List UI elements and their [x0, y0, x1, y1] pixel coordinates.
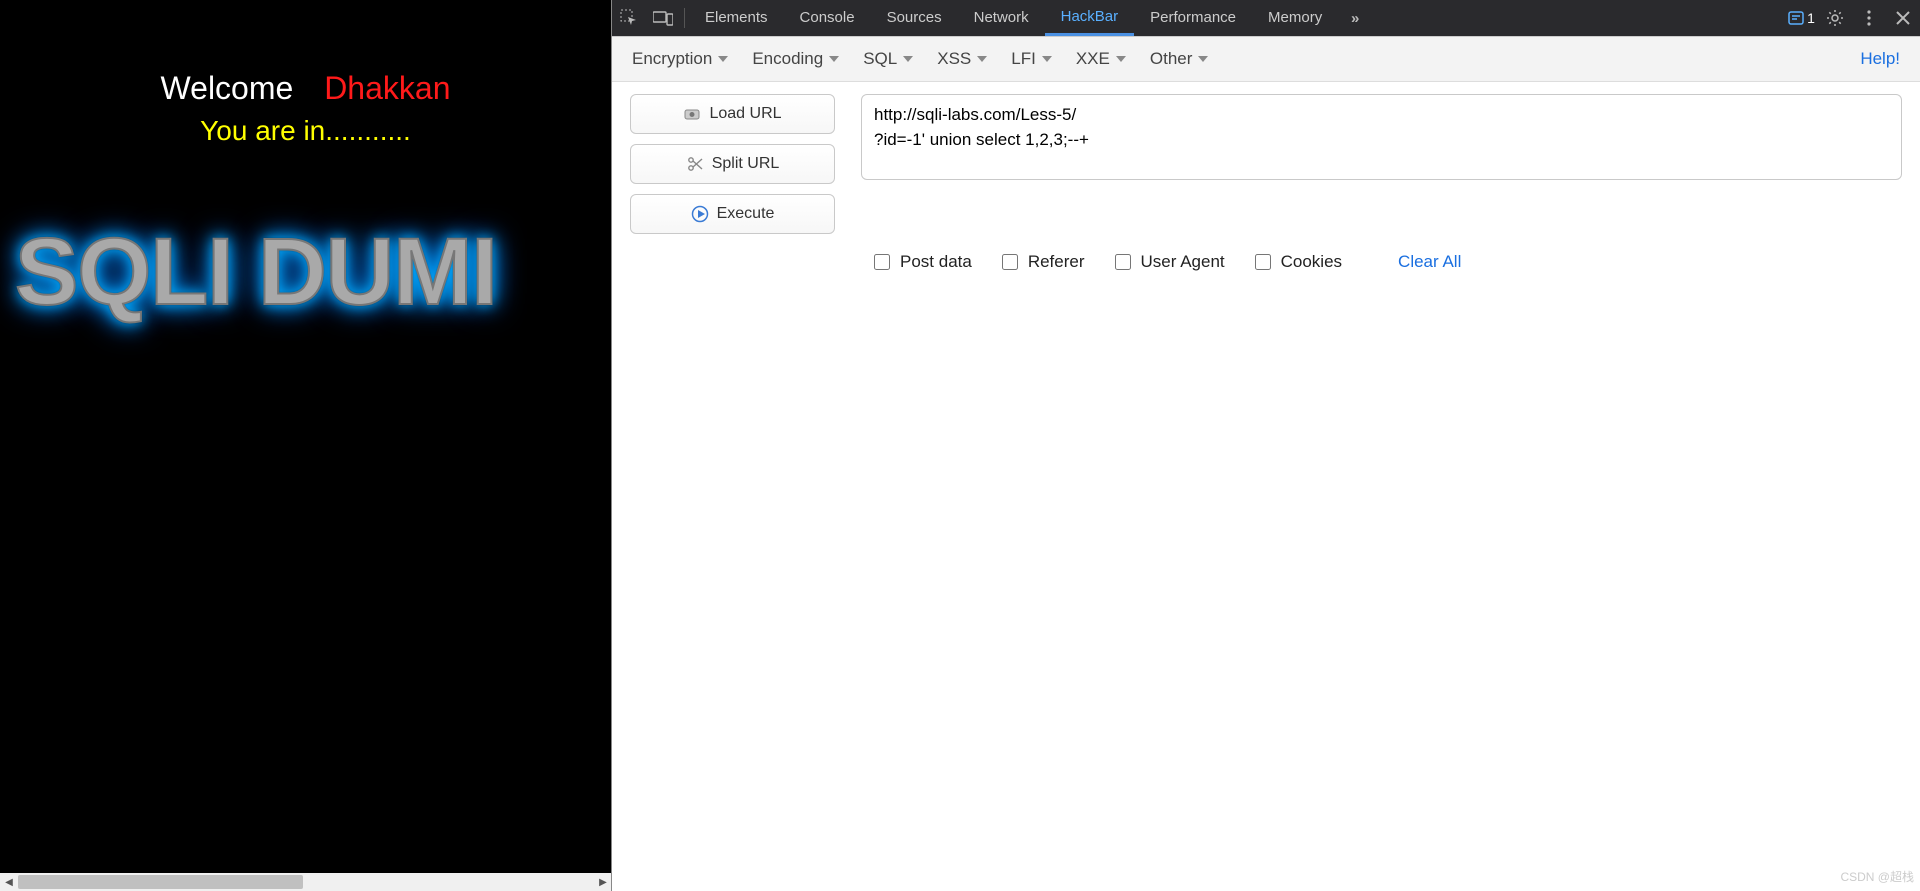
help-link[interactable]: Help!	[1860, 49, 1910, 69]
scroll-left-icon[interactable]: ◀	[0, 873, 18, 891]
useragent-checkbox[interactable]: User Agent	[1115, 252, 1225, 272]
welcome-text: Welcome Dhakkan	[161, 70, 451, 107]
menu-xxe[interactable]: XXE	[1066, 43, 1136, 75]
watermark: CSDN @超栈	[1840, 868, 1914, 885]
tab-elements[interactable]: Elements	[689, 0, 784, 36]
more-tabs-icon[interactable]: »	[1338, 0, 1372, 36]
menu-other[interactable]: Other	[1140, 43, 1219, 75]
welcome-name: Dhakkan	[324, 70, 450, 106]
horizontal-scrollbar[interactable]: ◀ ▶	[0, 873, 612, 891]
tab-memory[interactable]: Memory	[1252, 0, 1338, 36]
referer-checkbox[interactable]: Referer	[1002, 252, 1085, 272]
url-area	[861, 94, 1902, 234]
menu-lfi[interactable]: LFI	[1001, 43, 1062, 75]
tab-console[interactable]: Console	[784, 0, 871, 36]
welcome-prefix: Welcome	[161, 70, 294, 106]
caret-icon	[1116, 56, 1126, 62]
load-url-button[interactable]: Load URL	[630, 94, 835, 134]
sqli-dumb-logo: SQLI DUMI	[15, 218, 497, 327]
caret-icon	[903, 56, 913, 62]
tab-hackbar[interactable]: HackBar	[1045, 0, 1135, 36]
issues-count: 1	[1807, 10, 1815, 26]
status-line: You are in...........	[0, 115, 611, 147]
menu-xss[interactable]: XSS	[927, 43, 997, 75]
execute-label: Execute	[717, 205, 775, 223]
clear-all-link[interactable]: Clear All	[1398, 252, 1461, 272]
url-input[interactable]	[861, 94, 1902, 180]
devtools-panel: Elements Console Sources Network HackBar…	[612, 0, 1920, 891]
options-row: Post data Referer User Agent Cookies Cle…	[612, 246, 1920, 272]
hackbar-toolbar: Encryption Encoding SQL XSS LFI XXE Othe…	[612, 36, 1920, 82]
tab-performance[interactable]: Performance	[1134, 0, 1252, 36]
menu-sql[interactable]: SQL	[853, 43, 923, 75]
caret-icon	[1198, 56, 1208, 62]
postdata-checkbox[interactable]: Post data	[874, 252, 972, 272]
tab-sources[interactable]: Sources	[871, 0, 958, 36]
gear-icon[interactable]	[1818, 0, 1852, 36]
caret-icon	[718, 56, 728, 62]
close-icon[interactable]	[1886, 0, 1920, 36]
load-url-label: Load URL	[709, 105, 781, 123]
caret-icon	[829, 56, 839, 62]
execute-button[interactable]: Execute	[630, 194, 835, 234]
inspect-icon[interactable]	[612, 0, 646, 36]
device-toggle-icon[interactable]	[646, 0, 680, 36]
separator	[684, 8, 685, 28]
menu-encoding[interactable]: Encoding	[742, 43, 849, 75]
tab-network[interactable]: Network	[958, 0, 1045, 36]
split-url-label: Split URL	[712, 155, 780, 173]
sqli-labs-page: Welcome Dhakkan You are in........... SQ…	[0, 0, 612, 891]
issues-icon[interactable]: 1	[1784, 0, 1818, 36]
cookies-checkbox[interactable]: Cookies	[1255, 252, 1342, 272]
kebab-menu-icon[interactable]	[1852, 0, 1886, 36]
scroll-right-icon[interactable]: ▶	[594, 873, 612, 891]
caret-icon	[1042, 56, 1052, 62]
scrollbar-track[interactable]	[18, 873, 594, 891]
hackbar-button-column: Load URL Split URL Execute	[630, 94, 835, 234]
split-url-button[interactable]: Split URL	[630, 144, 835, 184]
scrollbar-thumb[interactable]	[18, 875, 303, 889]
devtools-tabbar: Elements Console Sources Network HackBar…	[612, 0, 1920, 36]
menu-encryption[interactable]: Encryption	[622, 43, 738, 75]
caret-icon	[977, 56, 987, 62]
